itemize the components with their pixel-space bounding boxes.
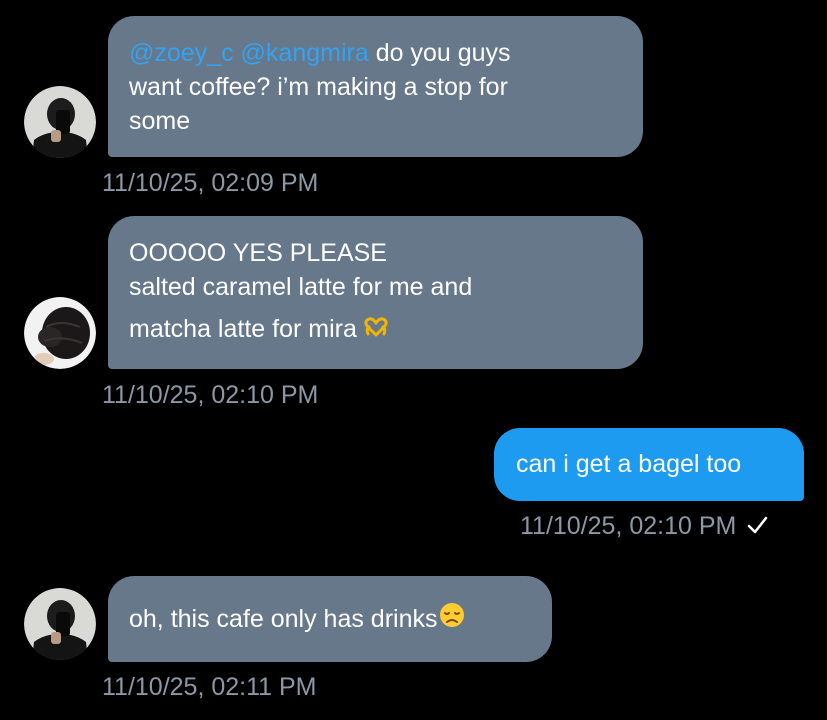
user-avatar[interactable]: [24, 588, 96, 660]
heart-hands-emoji: [363, 313, 389, 347]
message-timestamp: 11/10/25, 02:10 PM: [520, 512, 737, 540]
disappointed-face-emoji: [439, 577, 465, 663]
message-line: salted caramel latte for me and: [129, 273, 473, 301]
mention-link[interactable]: @zoey_c: [129, 39, 234, 67]
message-bubble[interactable]: can i get a bagel too: [494, 428, 804, 501]
message-thread: @zoey_c @kangmira do you guys want coffe…: [0, 0, 827, 720]
message-timestamp: 11/10/25, 02:11 PM: [102, 673, 317, 701]
message-bubble[interactable]: OOOOO YES PLEASE salted caramel latte fo…: [108, 216, 643, 369]
user-avatar-photo: [24, 86, 96, 158]
message-text: can i get a bagel too: [516, 450, 742, 478]
message-text: do you guys: [368, 39, 511, 67]
user-avatar[interactable]: [24, 86, 96, 158]
message-line: matcha latte for mira: [129, 312, 621, 347]
message-bubble[interactable]: @zoey_c @kangmira do you guys want coffe…: [108, 16, 643, 157]
message-line: some: [129, 107, 191, 135]
checkmark-icon: [746, 512, 768, 542]
message-line: OOOOO YES PLEASE: [129, 239, 387, 267]
message-timestamp: 11/10/25, 02:09 PM: [102, 169, 319, 197]
message-line: want coffee? i’m making a stop for: [129, 73, 508, 101]
user-avatar-photo: [24, 297, 96, 369]
message-text: matcha latte for mira: [129, 315, 357, 343]
message-bubble[interactable]: oh, this cafe only has drinks: [108, 576, 552, 662]
user-avatar-photo: [24, 588, 96, 660]
message-line: @zoey_c @kangmira do you guys: [129, 36, 621, 70]
mention-link[interactable]: @kangmira: [241, 39, 369, 67]
message-timestamp: 11/10/25, 02:10 PM: [102, 381, 319, 409]
message-timestamp-row: 11/10/25, 02:10 PM: [520, 511, 768, 542]
user-avatar[interactable]: [24, 297, 96, 369]
message-text: oh, this cafe only has drinks: [129, 605, 438, 633]
